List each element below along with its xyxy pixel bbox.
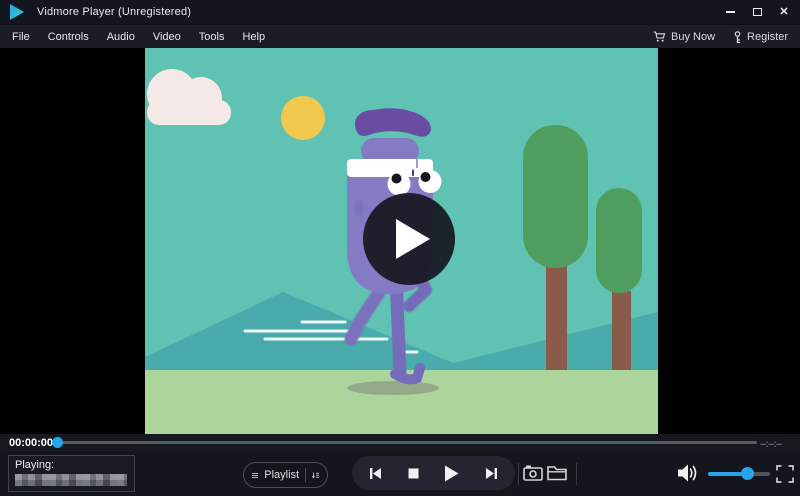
buy-now-button[interactable]: Buy Now <box>653 31 715 43</box>
menu-tools[interactable]: Tools <box>193 31 231 43</box>
close-icon: ✕ <box>779 5 789 18</box>
scene-sun <box>281 96 325 140</box>
previous-icon <box>370 467 381 479</box>
camera-icon <box>523 465 543 481</box>
next-icon <box>485 467 497 479</box>
menu-video[interactable]: Video <box>147 31 187 43</box>
minimize-icon <box>725 11 735 13</box>
register-label: Register <box>747 31 788 43</box>
current-time: 00:00:00 <box>9 437 54 449</box>
close-button[interactable]: ✕ <box>778 6 790 18</box>
previous-button[interactable] <box>369 467 382 480</box>
maximize-button[interactable] <box>751 6 763 18</box>
seek-thumb[interactable] <box>52 437 63 448</box>
seek-bar-row: 00:00:00 --:--:-- <box>0 434 800 452</box>
scene-shadow <box>347 381 439 395</box>
fullscreen-button[interactable] <box>776 465 794 486</box>
player-window: Vidmore Player (Unregistered) ✕ File Con… <box>0 0 800 496</box>
seek-track[interactable] <box>62 441 757 444</box>
snapshot-button[interactable] <box>523 465 543 484</box>
separator <box>576 463 577 485</box>
menu-audio[interactable]: Audio <box>101 31 141 43</box>
stop-button[interactable] <box>408 468 419 479</box>
transport-controls <box>352 456 515 490</box>
minimize-button[interactable] <box>724 6 736 18</box>
playlist-label: Playlist <box>264 469 300 481</box>
stop-icon <box>408 468 419 478</box>
maximize-icon <box>752 8 762 16</box>
menu-controls[interactable]: Controls <box>42 31 95 43</box>
menu-help[interactable]: Help <box>236 31 271 43</box>
total-time: --:--:-- <box>760 438 782 450</box>
speaker-icon <box>678 464 697 482</box>
video-frame[interactable] <box>145 48 658 434</box>
register-button[interactable]: Register <box>733 30 788 44</box>
playlist-icon <box>252 472 259 478</box>
folder-icon <box>547 466 567 481</box>
window-title: Vidmore Player (Unregistered) <box>37 6 192 18</box>
volume-slider[interactable] <box>708 467 770 480</box>
separator <box>518 463 519 485</box>
play-order-icon[interactable] <box>311 470 319 481</box>
playing-label: Playing: <box>15 459 55 471</box>
mute-button[interactable] <box>677 463 699 486</box>
play-overlay-button[interactable] <box>363 193 455 285</box>
next-button[interactable] <box>485 467 498 480</box>
fullscreen-icon <box>776 465 794 483</box>
key-icon <box>734 30 741 43</box>
vidmore-logo-icon <box>10 4 24 20</box>
play-button[interactable] <box>444 465 459 482</box>
video-stage <box>0 48 800 437</box>
title-bar: Vidmore Player (Unregistered) ✕ <box>0 0 800 24</box>
control-bar: Playing: Playlist <box>0 452 800 496</box>
menu-bar: File Controls Audio Video Tools Help Buy… <box>0 24 800 48</box>
cart-icon <box>653 31 666 42</box>
playlist-divider <box>305 468 306 482</box>
volume-thumb[interactable] <box>741 467 755 480</box>
character-headband <box>347 159 433 177</box>
menu-file[interactable]: File <box>6 31 36 43</box>
play-icon <box>445 465 459 481</box>
playing-info-box: Playing: <box>8 455 135 492</box>
playing-filename-censored <box>15 474 127 486</box>
playlist-button[interactable]: Playlist <box>243 462 328 488</box>
open-file-button[interactable] <box>547 466 567 484</box>
buy-now-label: Buy Now <box>671 31 716 43</box>
